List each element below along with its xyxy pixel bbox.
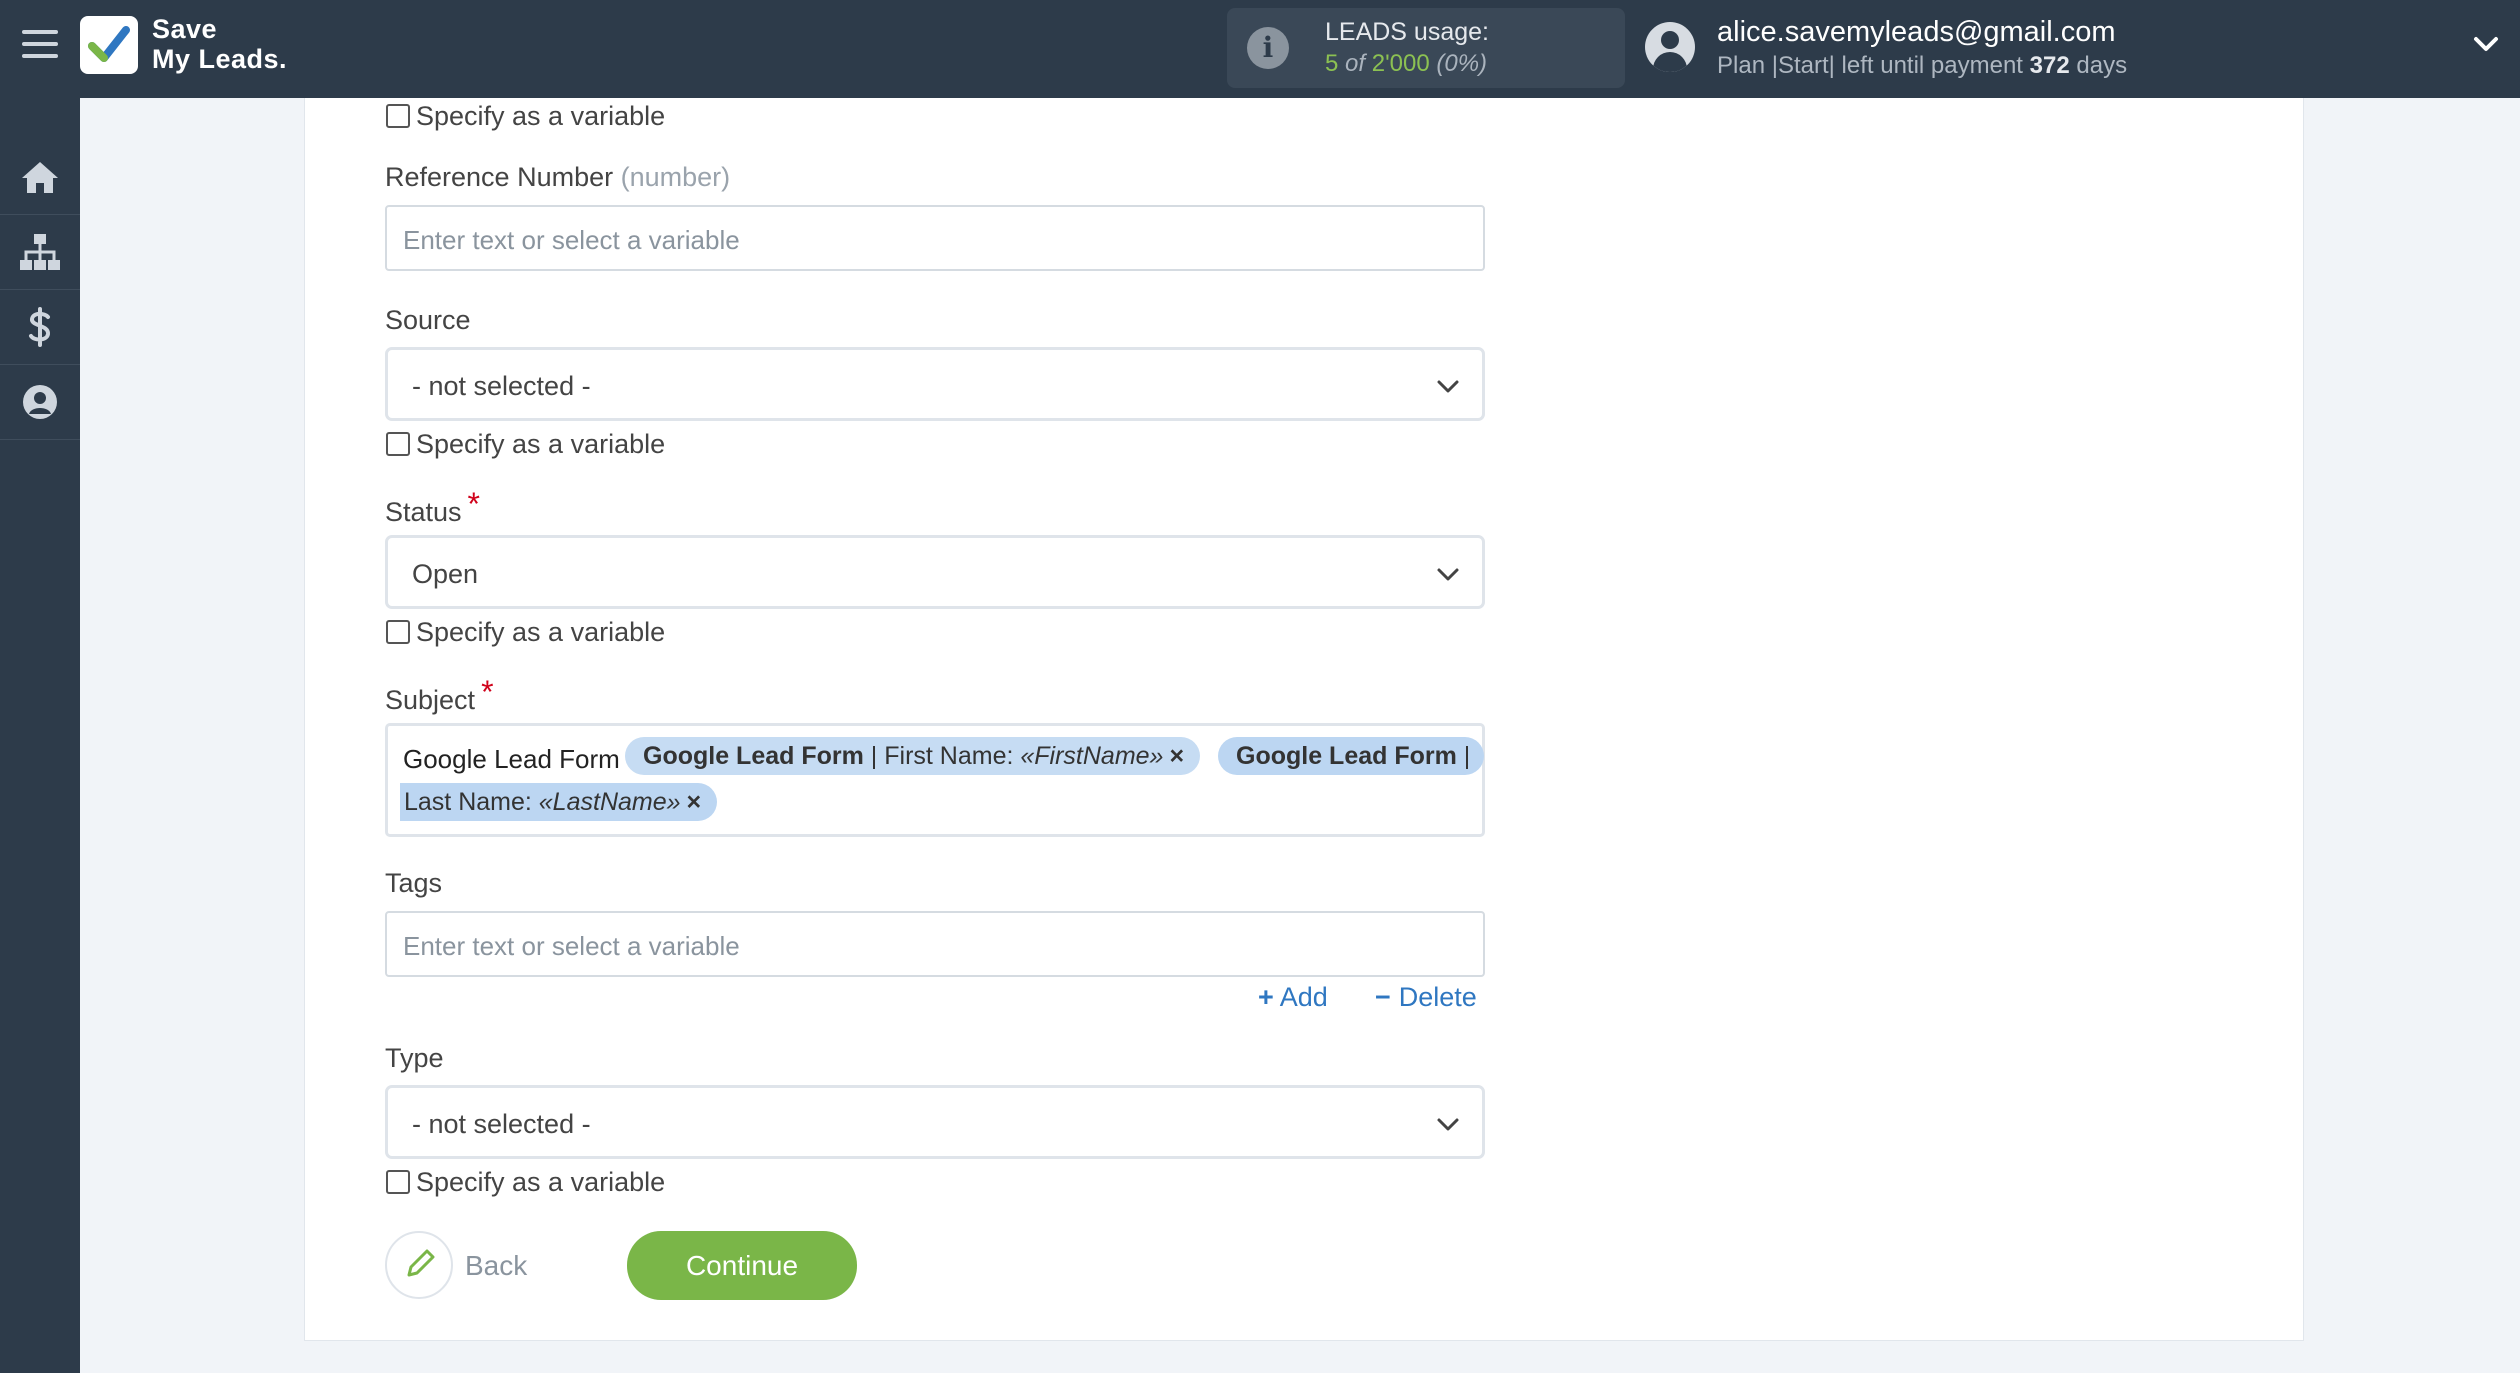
tag-source: Google Lead Form — [643, 742, 864, 770]
subject-plain-text: Google Lead Form — [403, 744, 620, 774]
source-specify-checkbox[interactable]: Specify as a variable — [386, 428, 665, 460]
subject-label: Subject * — [385, 674, 494, 717]
tag-separator: | — [863, 742, 885, 770]
leads-usage-panel: i LEADS usage: 5 of 2'000 (0%) — [1227, 8, 1625, 88]
account-email[interactable]: alice.savemyleads@gmail.com — [1717, 16, 2116, 49]
status-value: Open — [412, 559, 479, 589]
checkbox[interactable] — [386, 432, 410, 456]
tag-field: First Name: — [884, 742, 1021, 770]
usage-count: 5 of 2'000 (0%) — [1325, 50, 1487, 78]
continue-button[interactable]: Continue — [627, 1231, 857, 1300]
variable-tag[interactable]: Google Lead Form | First Name: «FirstNam… — [625, 737, 1201, 775]
checkbox-label: Specify as a variable — [416, 616, 666, 647]
variable-tag-continued[interactable]: Last Name: «LastName» × — [400, 783, 718, 821]
type-specify-checkbox[interactable]: Specify as a variable — [386, 1166, 665, 1198]
sitemap-icon — [20, 234, 60, 270]
specify-variable-checkbox-prev[interactable]: Specify as a variable — [386, 100, 665, 132]
add-tag-button[interactable]: + Add — [1258, 982, 1328, 1013]
reference-label-text: Reference Number — [385, 162, 614, 192]
checkbox-label: Specify as a variable — [416, 100, 666, 131]
logo-text[interactable]: Save My Leads. — [152, 14, 287, 74]
reference-hint: (number) — [620, 162, 731, 192]
status-label-text: Status — [385, 497, 462, 527]
status-label: Status * — [385, 486, 480, 529]
back-label[interactable]: Back — [465, 1250, 527, 1282]
plan-info: Plan |Start| left until payment 372 days — [1717, 52, 2127, 80]
plan-days: 372 — [2029, 52, 2070, 79]
usage-percent: (0%) — [1436, 50, 1488, 77]
tags-input[interactable]: Enter text or select a variable — [385, 911, 1485, 977]
reference-number-label: Reference Number (number) — [385, 162, 730, 193]
plan-prefix: Plan — [1717, 52, 1766, 79]
subject-input[interactable]: Google Lead Form Google Lead Form | Firs… — [385, 723, 1485, 837]
back-button[interactable] — [385, 1231, 453, 1299]
usage-of: of — [1345, 50, 1366, 77]
logo-icon[interactable] — [80, 16, 138, 74]
subject-label-text: Subject — [385, 685, 476, 715]
sidebar-item-home[interactable] — [0, 140, 80, 215]
usage-limit: 2'000 — [1371, 50, 1430, 77]
sidebar-item-account[interactable] — [0, 365, 80, 440]
source-select[interactable]: - not selected - — [385, 347, 1485, 421]
close-icon[interactable]: × — [1169, 742, 1184, 770]
home-icon — [22, 162, 58, 193]
tag-variable: «LastName» — [538, 788, 681, 816]
type-value: - not selected - — [412, 1109, 591, 1139]
logo-line-1: Save — [152, 14, 218, 44]
menu-icon[interactable] — [22, 30, 58, 66]
minus-icon: − — [1375, 982, 1391, 1012]
type-label: Type — [385, 1043, 444, 1073]
avatar[interactable] — [1645, 22, 1695, 72]
variable-tag[interactable]: Google Lead Form | — [1218, 737, 1485, 775]
tag-field: Last Name: — [404, 788, 539, 816]
tags-placeholder: Enter text or select a variable — [403, 931, 740, 961]
plan-middle: left until payment — [1841, 52, 2023, 79]
status-select[interactable]: Open — [385, 535, 1485, 609]
user-icon — [23, 385, 57, 419]
tags-label: Tags — [385, 868, 443, 898]
delete-label: Delete — [1398, 982, 1477, 1012]
checkbox[interactable] — [386, 1170, 410, 1194]
source-label: Source — [385, 305, 471, 335]
usage-used: 5 — [1325, 50, 1339, 77]
plan-name: |Start| — [1771, 52, 1835, 79]
checkbox-label: Specify as a variable — [416, 428, 666, 459]
required-marker: * — [481, 674, 494, 710]
checkbox[interactable] — [386, 104, 410, 128]
required-marker: * — [467, 486, 480, 522]
top-bar: Save My Leads. i LEADS usage: 5 of 2'000… — [0, 0, 2520, 98]
type-select[interactable]: - not selected - — [385, 1085, 1485, 1159]
sidebar-item-connections[interactable] — [0, 215, 80, 290]
chevron-down-icon — [1437, 1118, 1459, 1131]
add-label: Add — [1279, 982, 1328, 1012]
info-icon: i — [1247, 27, 1289, 69]
plus-icon: + — [1258, 982, 1274, 1012]
tag-separator: | — [1456, 742, 1471, 770]
usage-label: LEADS usage: — [1325, 18, 1489, 46]
checkbox-label: Specify as a variable — [416, 1166, 666, 1197]
reference-number-input[interactable]: Enter text or select a variable — [385, 205, 1485, 271]
sidebar-item-billing[interactable] — [0, 290, 80, 365]
status-specify-checkbox[interactable]: Specify as a variable — [386, 616, 665, 648]
sidebar — [0, 98, 80, 1373]
pencil-icon — [407, 1249, 435, 1277]
delete-tag-button[interactable]: − Delete — [1375, 982, 1477, 1013]
chevron-down-icon — [1437, 568, 1459, 581]
tag-variable: «FirstName» — [1020, 742, 1164, 770]
plan-days-suffix: days — [2076, 52, 2128, 79]
close-icon[interactable]: × — [687, 788, 702, 816]
dollar-icon — [29, 307, 50, 347]
chevron-down-icon[interactable] — [2472, 32, 2500, 56]
logo-line-2: My Leads. — [152, 44, 288, 74]
tag-source: Google Lead Form — [1236, 742, 1457, 770]
chevron-down-icon — [1437, 380, 1459, 393]
source-value: - not selected - — [412, 371, 591, 401]
reference-placeholder: Enter text or select a variable — [403, 225, 740, 255]
checkbox[interactable] — [386, 620, 410, 644]
